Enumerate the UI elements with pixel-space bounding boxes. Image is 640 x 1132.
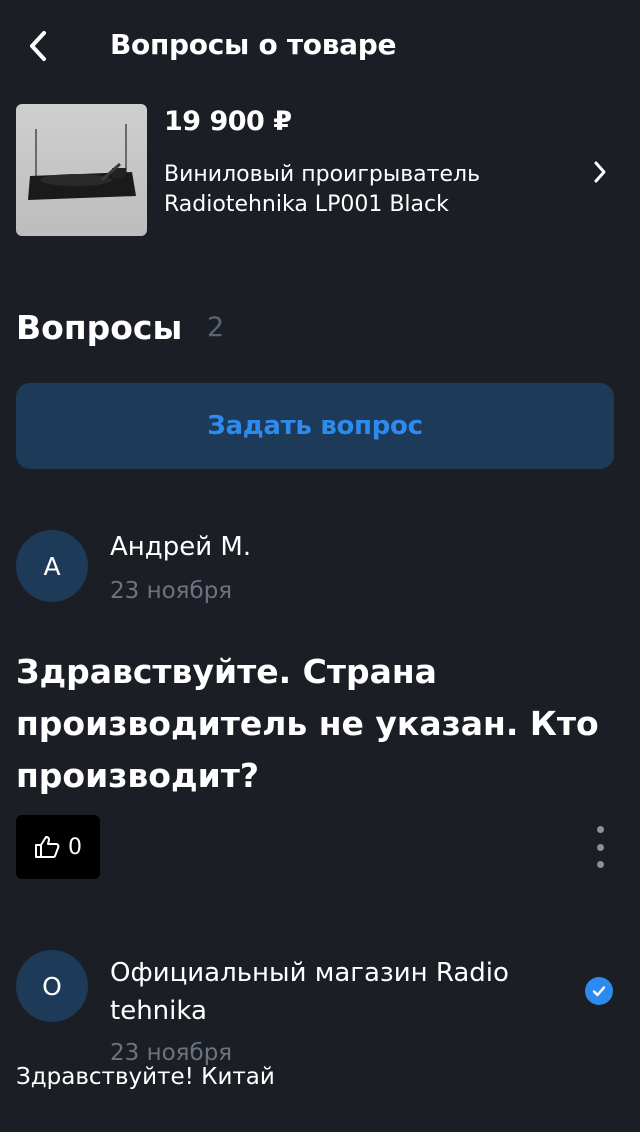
product-card[interactable]: 19 900 ₽ Виниловый проигрыватель Radiote… [16, 104, 624, 238]
chevron-left-icon [30, 31, 46, 61]
dot [596, 861, 604, 868]
question-date: 23 ноября [110, 578, 233, 604]
avatar-letter: О [42, 971, 62, 1001]
more-options-button[interactable] [586, 822, 614, 872]
back-button[interactable] [18, 26, 58, 66]
questions-page: Вопросы о товаре 19 900 ₽ Виниловый прои… [0, 0, 640, 1132]
product-image [16, 104, 147, 236]
dot [596, 843, 604, 851]
ask-question-label: Задать вопрос [207, 411, 423, 441]
verified-check-icon [585, 977, 613, 1005]
answer-author: Официальный магазин Radio tehnika [110, 958, 509, 1026]
answer-text: Здравствуйте! Китай [16, 1064, 275, 1090]
dot [596, 826, 604, 833]
product-name: Виниловый проигрыватель Radiotehnika LP0… [164, 162, 481, 217]
ask-question-button[interactable]: Задать вопрос [16, 383, 614, 469]
questions-heading: Вопросы [16, 308, 183, 347]
avatar: О [16, 950, 88, 1022]
like-button[interactable]: 0 [16, 815, 100, 879]
page-title: Вопросы о товаре [110, 28, 397, 61]
avatar: А [16, 530, 88, 602]
answer-date: 23 ноября [110, 1040, 233, 1066]
header: Вопросы о товаре [0, 0, 640, 92]
avatar-letter: А [43, 551, 61, 581]
product-price: 19 900 ₽ [164, 106, 292, 137]
like-count: 0 [68, 834, 82, 860]
questions-count: 2 [207, 312, 225, 343]
question-text: Здравствуйте. Страна производитель не ук… [16, 652, 599, 795]
chevron-right-icon [590, 158, 610, 186]
thumbs-up-icon [35, 836, 60, 858]
question-author: Андрей М. [110, 532, 252, 562]
